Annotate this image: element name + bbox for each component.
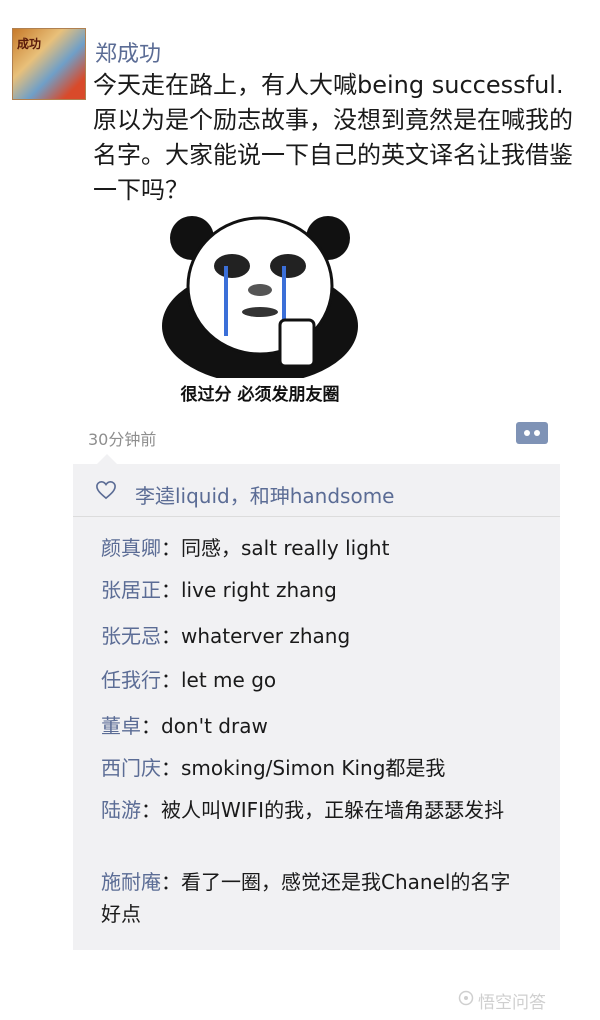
likes-row: 李逵liquid，和珅handsome — [73, 464, 560, 517]
panda-meme-icon — [162, 216, 358, 384]
avatar[interactable]: 成功 — [12, 28, 86, 100]
comment-item[interactable]: 施耐庵：看了一圈，感觉还是我Chanel的名字好点 — [101, 866, 521, 930]
comment-item[interactable]: 任我行：let me go — [101, 664, 541, 696]
image-caption: 很过分 必须发朋友圈 — [180, 385, 340, 405]
comment-item[interactable]: 陆游：被人叫WIFI的我，正躲在墙角瑟瑟发抖 — [101, 794, 511, 826]
comment-author[interactable]: 张居正 — [101, 578, 161, 602]
likes-names[interactable]: 李逵liquid，和珅handsome — [135, 480, 394, 509]
comment-author[interactable]: 董卓 — [101, 714, 141, 738]
comment-author[interactable]: 任我行 — [101, 668, 161, 692]
comment-author[interactable]: 施耐庵 — [101, 870, 161, 894]
comment-text: ：whaterver zhang — [161, 624, 351, 648]
comment-box-arrow — [97, 454, 117, 464]
comment-item[interactable]: 西门庆：smoking/Simon King都是我 — [101, 752, 541, 784]
post-time: 30分钟前 — [88, 430, 157, 449]
comment-text: ：let me go — [161, 668, 277, 692]
comment-text: ：被人叫WIFI的我，正躲在墙角瑟瑟发抖 — [141, 798, 505, 822]
comment-text: ：同感，salt really light — [161, 536, 390, 560]
watermark: 悟空问答 — [478, 993, 546, 1013]
avatar-text: 成功 — [17, 37, 42, 51]
watermark-logo-icon — [458, 990, 474, 1006]
comment-author[interactable]: 西门庆 — [101, 756, 161, 780]
comment-author[interactable]: 颜真卿 — [101, 536, 161, 560]
comment-author[interactable]: 陆游 — [101, 798, 141, 822]
post-text: 今天走在路上，有人大喊being successful.原以为是个励志故事，没想… — [93, 71, 573, 204]
more-options-button[interactable] — [516, 422, 548, 444]
comment-author[interactable]: 张无忌 — [101, 624, 161, 648]
comment-section: 李逵liquid，和珅handsome 颜真卿：同感，salt really l… — [73, 464, 560, 950]
comment-text: ：don't draw — [141, 714, 268, 738]
comment-item[interactable]: 张无忌：whaterver zhang — [101, 620, 541, 652]
comment-item[interactable]: 董卓：don't draw — [101, 710, 541, 742]
post-username[interactable]: 郑成功 — [95, 36, 161, 68]
heart-icon[interactable] — [95, 480, 117, 500]
comment-item[interactable]: 张居正：live right zhang — [101, 574, 541, 606]
comment-item[interactable]: 颜真卿：同感，salt really light — [101, 532, 541, 564]
post-image[interactable]: 很过分 必须发朋友圈 — [150, 208, 370, 408]
comment-text: ：smoking/Simon King都是我 — [161, 756, 446, 780]
comment-text: ：看了一圈，感觉还是我Chanel的名字好点 — [101, 870, 511, 926]
comment-text: ：live right zhang — [161, 578, 337, 602]
